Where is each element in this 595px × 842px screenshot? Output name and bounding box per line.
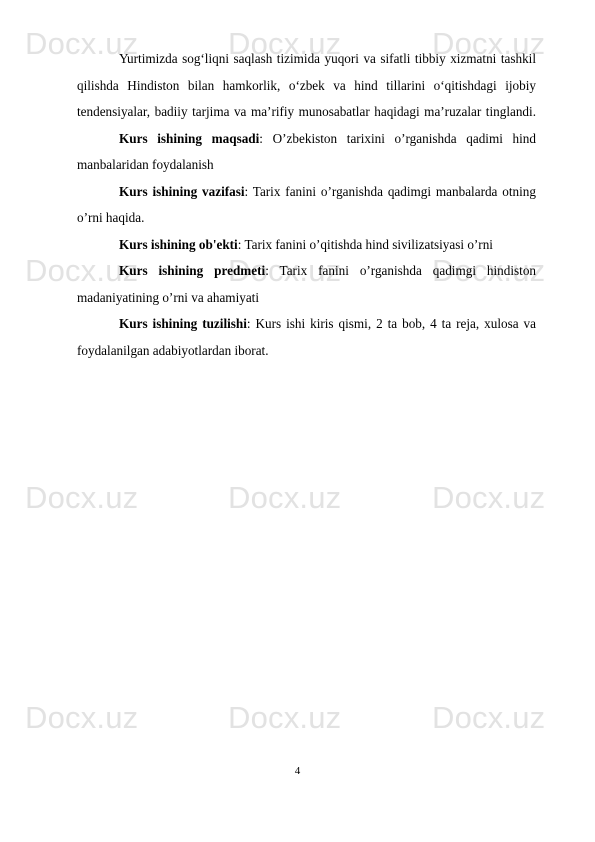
watermark-text: Docx.uz — [25, 480, 139, 515]
label-kurs-ishining-predmeti: Kurs ishining predmeti — [119, 263, 266, 278]
watermark-text: Docx.uz — [432, 480, 546, 515]
watermark-text: Docx.uz — [228, 700, 342, 735]
label-kurs-ishining-vazifasi: Kurs ishining vazifasi — [119, 183, 245, 199]
paragraph-obekti: Kurs ishining ob'ekti: Tarix fanini o’qi… — [77, 232, 536, 259]
watermark-text: Docx.uz — [228, 480, 342, 515]
paragraph-maqsadi: Kurs ishining maqsadi: O’zbekiston tarix… — [77, 126, 536, 179]
paragraph-obekti-text: : Tarix fanini o’qitishda hind sivilizat… — [237, 236, 493, 252]
page-number: 4 — [294, 765, 301, 777]
label-kurs-ishining-obekti: Kurs ishining ob'ekti — [119, 236, 238, 252]
document-body: Yurtimizda sog‘liqni saqlash tizimida yu… — [77, 46, 536, 364]
paragraph-intro-text: Yurtimizda sog‘liqni saqlash tizimida yu… — [77, 51, 536, 119]
paragraph-tuzilishi: Kurs ishining tuzilishi: Kurs ishi kiris… — [77, 311, 536, 364]
paragraph-intro: Yurtimizda sog‘liqni saqlash tizimida yu… — [77, 46, 536, 126]
label-kurs-ishining-maqsadi: Kurs ishining maqsadi — [119, 130, 260, 146]
paragraph-vazifasi: Kurs ishining vazifasi: Tarix fanini o’r… — [77, 179, 536, 232]
label-kurs-ishining-tuzilishi: Kurs ishining tuzilishi — [119, 316, 247, 331]
watermark-text: Docx.uz — [25, 700, 139, 735]
watermark-text: Docx.uz — [432, 700, 546, 735]
paragraph-predmeti: Kurs ishining predmeti: Tarix fanini o’r… — [77, 258, 536, 311]
document-page: Docx.uz Docx.uz Docx.uz Docx.uz Docx.uz Docx.… — [0, 0, 595, 842]
